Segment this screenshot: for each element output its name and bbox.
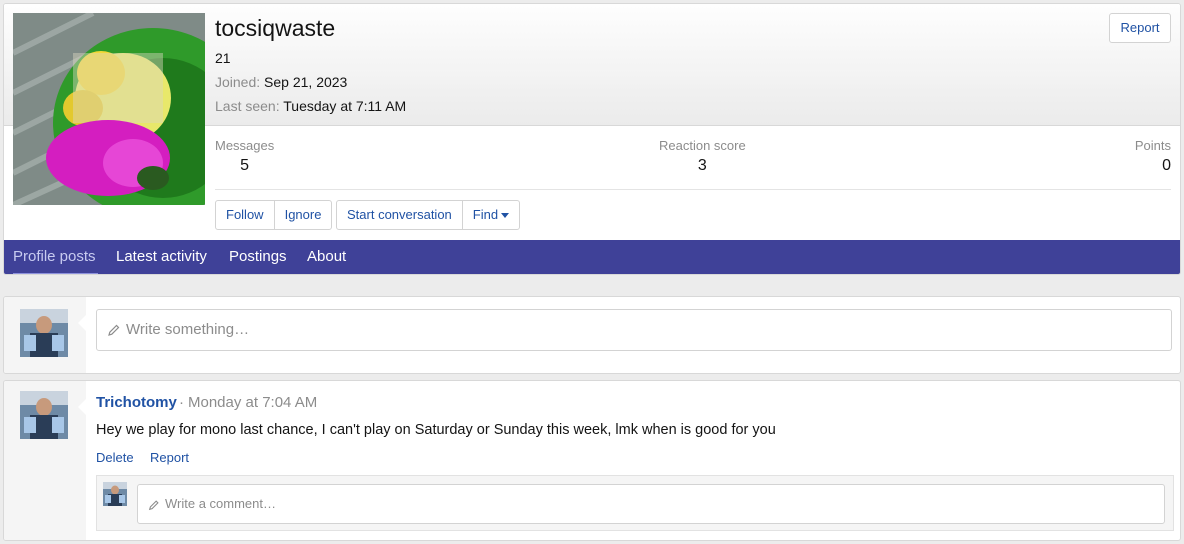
post-report-link[interactable]: Report (150, 450, 189, 465)
stat-points-label: Points (1134, 138, 1171, 153)
caret-down-icon (501, 213, 510, 219)
start-conversation-button[interactable]: Start conversation (337, 201, 463, 229)
stat-reaction-score: Reaction score 3 (659, 138, 746, 175)
follow-button[interactable]: Follow (216, 201, 275, 229)
post-separator: · (179, 394, 184, 411)
stat-reaction-label: Reaction score (659, 138, 746, 153)
follow-ignore-group: Follow Ignore (215, 200, 333, 230)
write-comment-input[interactable]: Write a comment… (137, 484, 1165, 524)
last-seen-label: Last seen: (215, 98, 280, 114)
post-delete-link[interactable]: Delete (96, 450, 134, 465)
write-something-placeholder: Write something… (126, 321, 250, 338)
member-username: tocsiqwaste (215, 15, 336, 41)
post-body: Hey we play for mono last chance, I can'… (96, 422, 776, 438)
pencil-icon (148, 499, 159, 510)
member-header: tocsiqwaste 21 Joined: Sep 21, 2023 Last… (3, 3, 1181, 275)
ignore-button[interactable]: Ignore (275, 201, 332, 229)
tab-postings[interactable]: Postings (229, 240, 287, 274)
stat-reaction-value: 3 (697, 157, 707, 174)
profile-post: Trichotomy · Monday at 7:04 AM Hey we pl… (3, 380, 1181, 541)
post-author-avatar[interactable] (20, 391, 68, 439)
composer-arrow (78, 314, 87, 332)
stats-divider (215, 189, 1171, 190)
stat-messages-label: Messages (215, 138, 275, 153)
post-arrow (78, 398, 87, 416)
comment-area: Write a comment… (96, 475, 1174, 531)
stat-messages[interactable]: Messages 5 (215, 138, 274, 175)
member-avatar[interactable] (13, 13, 205, 205)
conversation-find-group: Start conversation Find (336, 200, 521, 230)
post-timestamp[interactable]: Monday at 7:04 AM (188, 394, 317, 411)
joined-value: Sep 21, 2023 (264, 74, 348, 90)
pencil-icon (108, 324, 120, 336)
tab-latest-activity[interactable]: Latest activity (116, 240, 207, 274)
commenter-avatar[interactable] (103, 482, 127, 506)
tab-profile-posts[interactable]: Profile posts (13, 240, 98, 274)
member-title: 21 (215, 50, 231, 66)
profile-tabs: Profile posts Latest activity Postings A… (4, 240, 1180, 274)
joined-label: Joined: (215, 74, 261, 90)
member-joined: Joined: Sep 21, 2023 (215, 74, 347, 90)
find-label: Find (472, 207, 499, 222)
visitor-avatar[interactable] (20, 309, 68, 357)
profile-post-composer: Write something… (3, 296, 1181, 374)
stat-points[interactable]: Points 0 (1135, 138, 1171, 175)
stat-points-value: 0 (1162, 157, 1171, 174)
last-seen-value: Tuesday at 7:11 AM (283, 98, 407, 114)
post-author-link[interactable]: Trichotomy (96, 394, 177, 411)
member-last-seen: Last seen: Tuesday at 7:11 AM (215, 98, 406, 114)
write-something-input[interactable]: Write something… (96, 309, 1172, 351)
tab-about[interactable]: About (307, 240, 346, 274)
find-menu-button[interactable]: Find (463, 201, 519, 229)
write-comment-placeholder: Write a comment… (165, 496, 277, 511)
stat-messages-value: 5 (240, 157, 250, 174)
report-member-button[interactable]: Report (1109, 13, 1171, 43)
